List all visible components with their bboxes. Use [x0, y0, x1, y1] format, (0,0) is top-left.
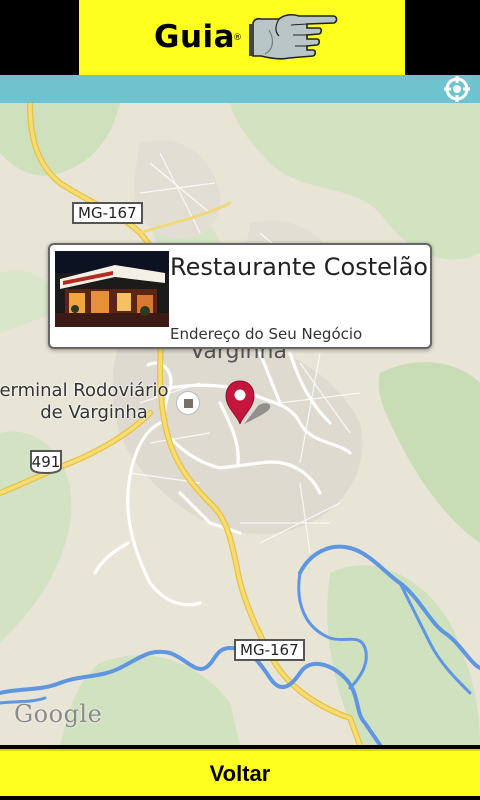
road-label-mg167-bottom: MG-167 [234, 639, 305, 661]
road-label-mg167-top: MG-167 [72, 202, 143, 224]
guia-logo: Guia ® [79, 0, 405, 75]
route-491-label: 491 [31, 453, 61, 471]
back-button[interactable]: Voltar [0, 749, 480, 796]
header-banner: Guia ® [0, 0, 480, 75]
logo-registered-mark: ® [233, 33, 242, 43]
back-button-label: Voltar [209, 760, 271, 786]
map-view[interactable]: MG-167 MG-167 491 Varginha erminal Rodov… [0, 103, 480, 745]
terminal-label-line1: erminal Rodoviário [0, 380, 169, 401]
app-root: Guia ® MG-167 MG-167 491 Varginha ermina… [0, 0, 480, 800]
pointing-hand-icon [249, 13, 338, 60]
place-address: Endereço do Seu Negócio [170, 325, 363, 343]
terminal-label: erminal Rodoviário de Varginha [0, 380, 174, 424]
restaurant-photo [55, 251, 169, 327]
terminal-poi-marker[interactable] [176, 391, 200, 415]
my-location-icon[interactable] [444, 76, 470, 102]
place-info-window[interactable]: Restaurante Costelão Endereço do Seu Neg… [48, 243, 432, 349]
location-pin-icon[interactable] [224, 380, 276, 428]
place-title: Restaurante Costelão [170, 253, 428, 281]
footer-bar: Voltar [0, 745, 480, 800]
route-491-shield: 491 [28, 449, 64, 475]
terminal-label-line2: de Varginha [40, 402, 148, 423]
google-attribution: Google [14, 700, 103, 728]
map-toolbar [0, 75, 480, 103]
logo-text: Guia [154, 19, 236, 55]
